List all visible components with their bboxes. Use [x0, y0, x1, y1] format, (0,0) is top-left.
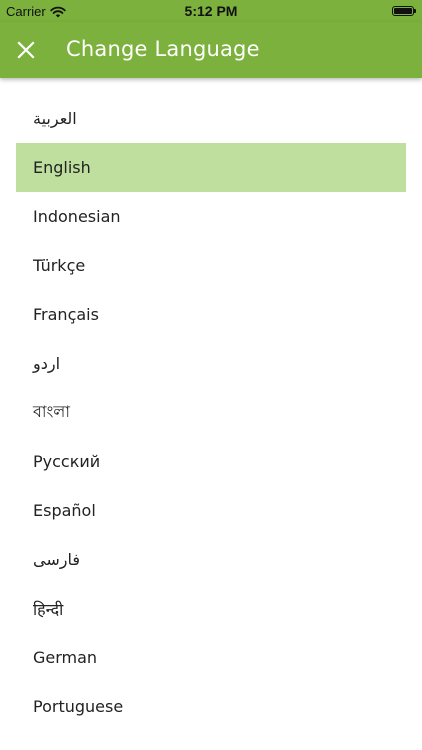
language-label: Español — [33, 501, 96, 520]
language-label: Français — [33, 305, 99, 324]
page-title: Change Language — [66, 37, 260, 61]
language-item-turkish[interactable]: Türkçe — [16, 241, 406, 290]
language-label: German — [33, 648, 98, 667]
language-item-german[interactable]: German — [16, 633, 406, 682]
language-item-russian[interactable]: Русский — [16, 437, 406, 486]
language-item-hindi[interactable]: हिन्दी — [16, 584, 406, 633]
language-item-arabic[interactable]: العربية — [16, 94, 406, 143]
language-item-english[interactable]: English — [16, 143, 406, 192]
language-item-persian[interactable]: فارسی — [16, 535, 406, 584]
language-label: Русский — [33, 452, 101, 471]
language-label: हिन्दी — [33, 599, 64, 619]
close-icon — [17, 41, 35, 59]
language-list: العربية English Indonesian Türkçe França… — [16, 94, 406, 731]
language-item-indonesian[interactable]: Indonesian — [16, 192, 406, 241]
language-label: Indonesian — [33, 207, 121, 226]
language-label: বাংলা — [33, 402, 70, 421]
language-item-spanish[interactable]: Español — [16, 486, 406, 535]
language-item-urdu[interactable]: اردو — [16, 339, 406, 388]
status-time: 5:12 PM — [184, 3, 238, 19]
language-label: فارسی — [33, 550, 80, 569]
app-bar: Change Language — [0, 22, 422, 78]
language-label: Portuguese — [33, 697, 124, 716]
language-label: اردو — [33, 354, 61, 373]
language-label: Türkçe — [33, 256, 86, 275]
status-bar: Carrier 5:12 PM — [0, 0, 422, 22]
close-button[interactable] — [10, 34, 42, 66]
language-item-french[interactable]: Français — [16, 290, 406, 339]
language-label: English — [33, 158, 91, 177]
language-label: العربية — [33, 109, 77, 128]
language-item-bengali[interactable]: বাংলা — [16, 388, 406, 437]
battery-icon — [392, 6, 416, 16]
language-item-portuguese[interactable]: Portuguese — [16, 682, 406, 731]
